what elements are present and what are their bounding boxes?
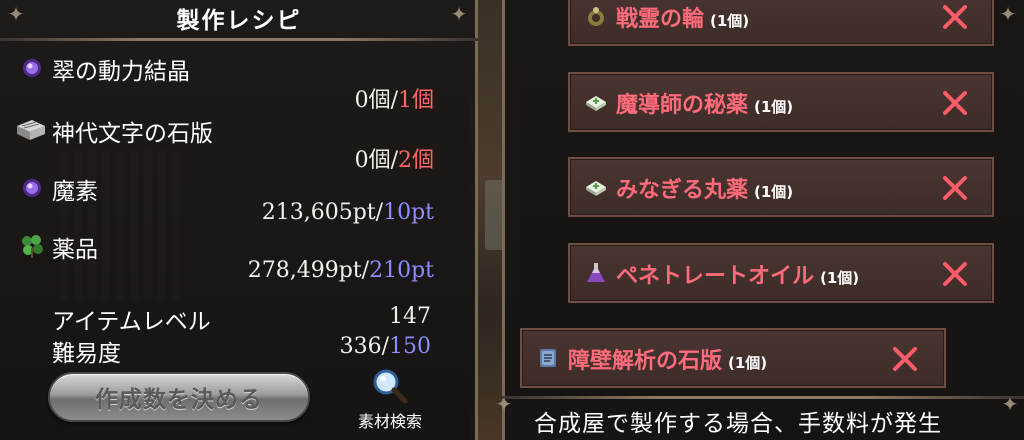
medicine-box-icon <box>586 96 606 111</box>
corner-ornament-icon: ✦ <box>450 2 468 26</box>
corner-ornament-icon: ✦ <box>7 2 25 26</box>
material-count: 213,605pt/10pt <box>261 200 434 225</box>
corner-ornament-icon: ✦ <box>495 392 513 416</box>
recipe-card[interactable]: みなぎる丸薬 (1個) <box>568 157 994 217</box>
material-name: 薬品 <box>52 237 98 263</box>
magnifier-icon <box>373 369 408 404</box>
material-name: 魔素 <box>52 179 98 205</box>
material-count: 0個/2個 <box>354 148 434 173</box>
panel-title: 製作レシピ <box>176 8 302 34</box>
difficulty-value: 336/150 <box>339 334 431 359</box>
material-name: 翠の動力結晶 <box>52 59 190 85</box>
material-search-label: 素材検索 <box>357 412 422 431</box>
material-search-button[interactable]: 素材検索 <box>348 366 432 432</box>
close-icon[interactable] <box>938 86 972 120</box>
corner-ornament-icon: ✦ <box>1001 392 1019 416</box>
ring-bag-icon <box>588 7 604 26</box>
recipe-card[interactable]: 障壁解析の石版 (1個) <box>520 328 946 388</box>
close-icon[interactable] <box>938 257 972 291</box>
stone-tablet-icon <box>17 120 45 140</box>
purple-orb-icon <box>23 179 41 197</box>
title-divider <box>0 38 478 41</box>
recipe-name: 魔導師の秘薬 (1個) <box>616 93 794 118</box>
panel-divider <box>502 396 1024 399</box>
herb-icon <box>22 235 43 258</box>
fee-notice: 合成屋で製作する場合、手数料が発生 <box>534 411 942 437</box>
medicine-box-icon <box>586 181 606 196</box>
recipe-panel: ✦ ✦ 製作レシピ 翠の動力結晶 0個/1個 神代文字の石版 0個/2個 魔素 … <box>0 0 478 440</box>
recipe-card[interactable]: ペネトレートオイル (1個) <box>568 243 994 303</box>
potion-flask-icon <box>587 263 605 282</box>
decide-quantity-button[interactable]: 作成数を決める <box>48 372 310 422</box>
purple-orb-icon <box>23 59 41 77</box>
recipe-name: 障壁解析の石版 (1個) <box>568 349 768 374</box>
item-level-label: アイテムレベル <box>52 309 211 335</box>
recipe-name: 戦霊の輪 (1個) <box>616 7 750 32</box>
close-icon[interactable] <box>938 0 972 34</box>
material-name: 神代文字の石版 <box>52 121 213 147</box>
recipe-name: みなぎる丸薬 (1個) <box>616 178 794 203</box>
material-count: 0個/1個 <box>354 88 434 113</box>
item-level-value: 147 <box>389 304 431 329</box>
material-count: 278,499pt/210pt <box>247 258 434 283</box>
blue-tablet-icon <box>540 349 556 367</box>
recipe-card[interactable]: 戦霊の輪 (1個) <box>568 0 994 46</box>
close-icon[interactable] <box>888 342 922 376</box>
close-icon[interactable] <box>938 171 972 205</box>
recipe-name: ペネトレートオイル (1個) <box>616 264 860 289</box>
difficulty-label: 難易度 <box>52 341 121 367</box>
corner-ornament-icon: ✦ <box>999 2 1017 26</box>
recipe-card[interactable]: 魔導師の秘薬 (1個) <box>568 72 994 132</box>
